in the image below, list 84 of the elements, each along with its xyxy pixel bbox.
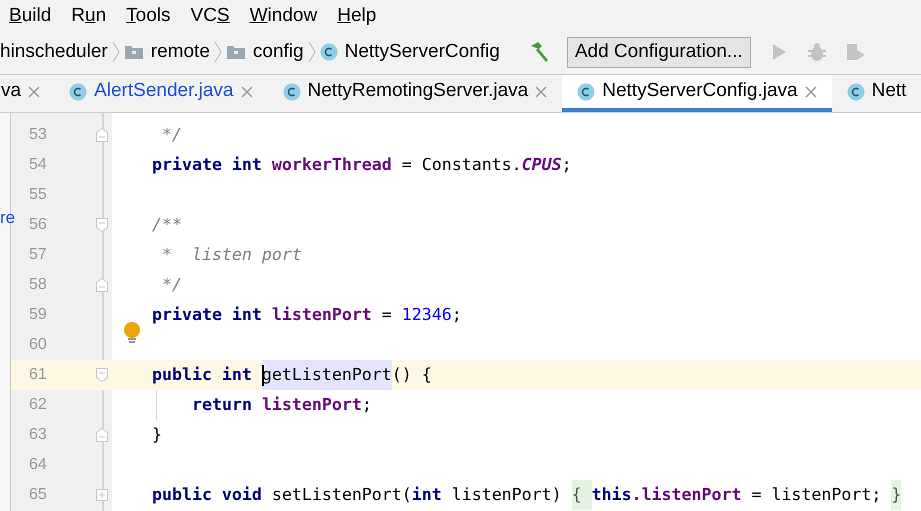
fold-start-icon[interactable]: [96, 368, 108, 382]
code-token: return: [192, 394, 253, 416]
line-number: 64: [29, 455, 47, 475]
code-token: listenPort: [262, 394, 362, 416]
code-token: ;: [452, 304, 462, 326]
menu-item[interactable]: Window: [250, 2, 318, 30]
editor-tab[interactable]: NettyRemotingServer.java: [268, 75, 562, 112]
class-icon: [577, 82, 596, 100]
folder-icon: [226, 44, 246, 60]
line-number: 54: [29, 155, 47, 175]
breadcrumb-item[interactable]: hinscheduler: [0, 38, 108, 66]
code-token: CPUS: [522, 154, 562, 176]
lightbulb-icon[interactable]: [123, 322, 141, 344]
folder-icon: [124, 44, 144, 60]
line-number: 58: [29, 275, 47, 295]
close-icon[interactable]: [28, 86, 40, 98]
editor-tab[interactable]: va: [0, 75, 54, 112]
code-token: setListenPort(: [272, 484, 412, 506]
close-icon[interactable]: [535, 86, 548, 98]
add-configuration-button[interactable]: Add Configuration...: [566, 36, 751, 68]
code-token: public void: [152, 484, 263, 506]
menu-item[interactable]: Tools: [126, 2, 171, 30]
code-token: ;: [562, 154, 572, 176]
coverage-icon[interactable]: [844, 42, 867, 62]
code-token: listenPort): [452, 484, 563, 506]
breadcrumb-separator-icon: [214, 41, 222, 63]
code-token: /**: [152, 214, 182, 236]
fold-end-icon[interactable]: [96, 428, 108, 442]
code-token: */: [160, 274, 182, 296]
code-token: = Constants.: [400, 154, 522, 176]
editor-tab[interactable]: AlertSender.java: [54, 75, 268, 112]
code-token: }: [891, 480, 902, 510]
line-number: 63: [29, 425, 47, 445]
code-token: * listen port: [160, 244, 302, 266]
project-panel-text-fragment: re: [0, 209, 16, 226]
code-token: 12346: [402, 304, 452, 326]
class-icon: [69, 82, 88, 100]
code-token: listenPort: [272, 304, 372, 326]
line-number: 56: [29, 215, 47, 235]
code-token: getListenPort: [262, 360, 392, 390]
breadcrumb-separator-icon: [112, 41, 120, 63]
code-token: = listenPort;: [750, 484, 882, 506]
line-number: 59: [29, 305, 47, 325]
close-icon[interactable]: [804, 86, 817, 98]
editor-tab[interactable]: Nett: [832, 75, 921, 112]
line-number: 53: [29, 125, 47, 145]
code-token: workerThread: [272, 154, 392, 176]
code-token: }: [152, 424, 162, 446]
menu-item[interactable]: Help: [337, 2, 376, 30]
run-icon[interactable]: [770, 43, 787, 61]
line-number: 61: [29, 365, 47, 385]
menu-item[interactable]: Run: [71, 2, 106, 30]
code-token: public int: [152, 364, 253, 386]
line-number: 62: [29, 395, 47, 415]
class-icon: [320, 43, 338, 61]
menu-item[interactable]: VCS: [190, 2, 230, 30]
menu-item[interactable]: Build: [9, 2, 52, 30]
code-token: =: [380, 304, 393, 326]
line-number: 55: [29, 185, 47, 205]
fold-expand-icon[interactable]: [96, 489, 108, 501]
code-token: ;: [362, 394, 372, 416]
code-token: () {: [392, 364, 432, 386]
class-icon: [846, 82, 865, 100]
code-token: private int: [152, 154, 263, 176]
code-token: private int: [152, 304, 263, 326]
breadcrumb-separator-icon: [308, 41, 316, 63]
close-icon[interactable]: [240, 86, 252, 98]
breadcrumb-item[interactable]: remote: [150, 38, 210, 66]
breadcrumb-item[interactable]: NettyServerConfig: [344, 38, 500, 66]
line-number: 60: [29, 335, 47, 355]
code-token: this: [592, 484, 632, 506]
bug-icon[interactable]: [806, 42, 827, 62]
code-token: int: [412, 484, 443, 506]
line-number: 57: [29, 245, 47, 265]
fold-end-icon[interactable]: [96, 128, 108, 142]
line-number: 65: [29, 485, 47, 505]
fold-end-icon[interactable]: [96, 278, 108, 292]
code-token: .listenPort: [632, 484, 742, 506]
breadcrumb-item[interactable]: config: [252, 38, 304, 66]
code-token: */: [160, 124, 182, 146]
editor-tab[interactable]: NettyServerConfig.java: [562, 75, 832, 112]
code-token: {: [572, 480, 592, 510]
class-icon: [282, 82, 300, 100]
fold-start-icon[interactable]: [96, 218, 108, 232]
